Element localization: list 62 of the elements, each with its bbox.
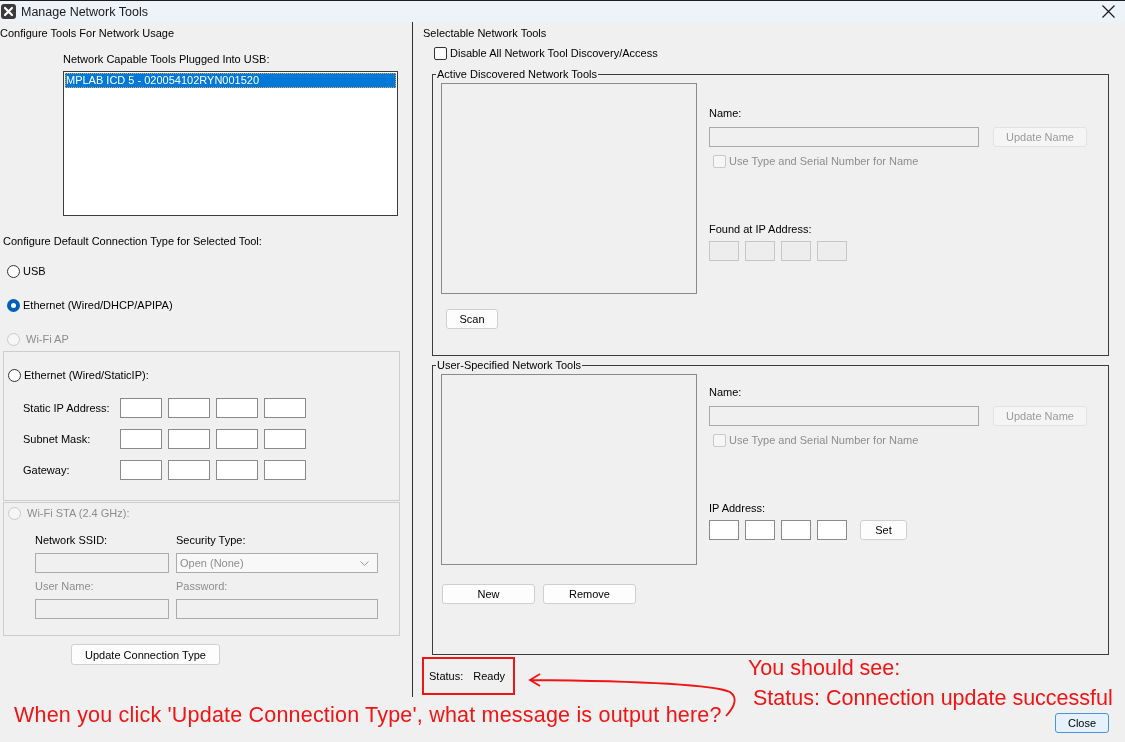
ip-octet-field[interactable] [120,429,162,449]
ip-octet-field[interactable] [216,429,258,449]
ip-octet-field[interactable] [709,520,739,540]
field-label: Name: [709,385,743,399]
group-title: Active Discovered Network Tools [436,68,598,81]
radio-button[interactable] [8,368,21,382]
ip-octet-field[interactable] [120,398,162,418]
section-caption: Configure Default Connection Type for Selected Tool: [3,234,262,248]
window-title: Manage Network Tools [21,3,148,20]
status-label: Status: [429,669,464,683]
annotation-text: Status: Connection update successful [753,686,1113,710]
annotation-text: When you click 'Update Connection Type', what message is output here? [14,703,722,727]
set-button[interactable]: Set [860,520,907,540]
radio-label: Ethernet (Wired/StaticIP): [24,368,149,382]
checkbox-label: Use Type and Serial Number for Name [729,433,919,447]
logo-icon [1,4,16,19]
field-label: Found at IP Address: [709,222,813,236]
radio-label: Ethernet (Wired/DHCP/APIPA) [23,298,173,312]
close-icon [1102,5,1115,18]
field-label: Subnet Mask: [23,432,92,446]
radio-button[interactable] [7,298,20,312]
field-label: Security Type: [176,533,247,547]
group-title: User-Specified Network Tools [436,359,583,372]
ip-octet-field[interactable] [120,460,162,480]
ip-octet-field[interactable] [168,460,210,480]
close-button[interactable]: Close [1055,713,1109,733]
field-label: Gateway: [23,463,71,477]
update-connection-button[interactable]: Update Connection Type [71,644,220,665]
checkbox-label: Disable All Network Tool Discovery/Access [450,46,658,60]
ip-octet-field[interactable] [745,520,775,540]
field-label: Password: [176,579,229,593]
ip-octet-field[interactable] [264,398,306,418]
ip-octet-field[interactable] [168,398,210,418]
radio-label: Wi-Fi STA (2.4 GHz): [27,506,130,520]
field-label: Name: [709,106,743,120]
window-close-button[interactable] [1102,5,1115,18]
annotation-text: You should see: [748,656,901,680]
ip-octet-field[interactable] [264,460,306,480]
status-value: Ready [473,669,506,683]
ip-octet-field[interactable] [264,429,306,449]
section-heading: Selectable Network Tools [423,26,548,40]
radio-button[interactable] [7,264,20,278]
ip-octet-field[interactable] [216,398,258,418]
action-button[interactable]: Remove [543,584,636,604]
section-heading: Configure Tools For Network Usage [0,26,175,40]
field-label: Static IP Address: [23,401,111,415]
checkbox[interactable] [434,46,447,60]
action-button[interactable]: Scan [446,309,498,329]
field-label: User Name: [35,579,95,593]
ip-octet-field[interactable] [216,460,258,480]
radio-label: USB [23,264,46,278]
field-label: Network SSID: [35,533,109,547]
checkbox-label: Use Type and Serial Number for Name [729,154,919,168]
list-item[interactable]: MPLAB ICD 5 - 020054102RYN001520 [65,73,396,88]
radio-label: Wi-Fi AP [26,332,69,346]
ip-octet-field[interactable] [168,429,210,449]
ip-octet-field[interactable] [817,520,847,540]
field-label: IP Address: [709,501,767,515]
ip-octet-field[interactable] [781,520,811,540]
chevron-down-icon [360,560,369,566]
list-caption: Network Capable Tools Plugged Into USB: [63,52,270,66]
action-button[interactable]: New [442,584,535,604]
